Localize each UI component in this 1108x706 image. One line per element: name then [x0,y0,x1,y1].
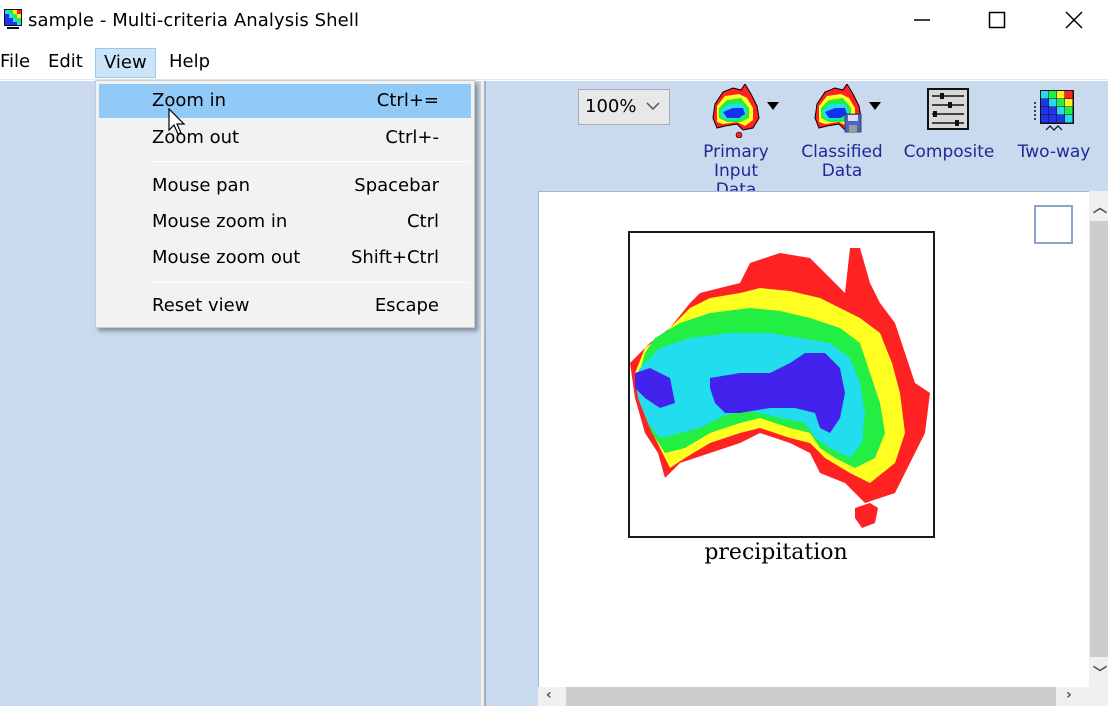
zoom-level-value: 100% [585,96,637,117]
mouse-cursor-icon [168,108,186,135]
map-zone-tasmania [855,503,878,528]
classified-data-button[interactable]: Classified Data [799,83,885,181]
scroll-up-icon[interactable]: ︿ [1093,197,1107,217]
grid-app-icon [4,9,22,29]
menu-item-zoom-in[interactable]: Zoom in Ctrl+= [99,84,471,118]
menu-item-shortcut: Spacebar [354,175,439,196]
menu-item-label: Reset view [152,295,250,316]
classified-data-label-2: Data [821,161,863,181]
close-icon [1065,11,1083,29]
menu-item-reset-view[interactable]: Reset view Escape [99,289,471,323]
close-button[interactable] [1050,0,1098,40]
precipitation-map[interactable] [628,231,935,538]
view-menu-dropdown: Zoom in Ctrl+= Zoom out Ctrl+- Mouse pan… [95,80,475,328]
primary-input-data-label-1: Primary [703,142,769,162]
two-way-button[interactable]: Two-way [1014,84,1094,162]
menu-item-label: Mouse pan [152,175,250,196]
australia-map-save-icon [814,83,881,133]
australia-precipitation-image [630,248,930,528]
vertical-scroll-thumb[interactable] [1090,221,1108,657]
menu-item-label: Zoom out [152,127,240,148]
two-way-label: Two-way [1017,142,1091,162]
composite-label: Composite [903,142,995,162]
menu-item-mouse-pan[interactable]: Mouse pan Spacebar [99,169,471,203]
scroll-left-icon[interactable]: ‹ [546,687,552,703]
horizontal-scrollbar[interactable]: ‹ › [538,687,1108,706]
australia-map-icon [712,83,779,139]
menu-separator [149,282,469,283]
menu-help[interactable]: Help [161,48,218,78]
menu-item-mouse-zoom-out[interactable]: Mouse zoom out Shift+Ctrl [99,241,471,275]
scroll-down-icon[interactable]: ﹀ [1093,663,1107,683]
maximize-button[interactable] [973,0,1021,40]
menu-edit[interactable]: Edit [40,48,91,78]
minimize-button[interactable] [898,0,946,40]
menu-separator [149,161,469,162]
title-bar: sample - Multi-criteria Analysis Shell [0,0,1108,44]
menu-item-shortcut: Ctrl [406,211,439,232]
menu-item-shortcut: Ctrl+- [385,127,439,148]
map-caption: precipitation [704,540,848,565]
window-title: sample - Multi-criteria Analysis Shell [28,10,360,31]
scroll-right-icon[interactable]: › [1066,687,1072,703]
menu-item-shortcut: Shift+Ctrl [350,247,439,268]
menu-item-shortcut: Escape [374,295,439,316]
chevron-down-icon [646,102,660,111]
composite-button[interactable]: Composite [903,84,995,162]
menu-item-label: Mouse zoom in [152,211,288,232]
horizontal-scroll-thumb[interactable] [566,687,1056,706]
menu-item-mouse-zoom-in[interactable]: Mouse zoom in Ctrl [99,205,471,239]
sliders-icon [927,88,969,130]
menu-view[interactable]: View [95,48,156,78]
maximize-icon [988,11,1006,29]
menu-bar: File Edit View Help [0,44,1108,80]
color-grid-icon [1034,90,1074,131]
menu-item-zoom-out[interactable]: Zoom out Ctrl+- [99,121,471,155]
zoom-level-select[interactable]: 100% [578,89,670,125]
menu-file[interactable]: File [0,48,38,78]
selection-box[interactable] [1034,205,1073,244]
vertical-scrollbar[interactable]: ︿ ﹀ [1089,191,1108,687]
menu-item-label: Mouse zoom out [152,247,301,268]
classified-data-label-1: Classified [801,142,883,162]
minimize-icon [914,19,930,21]
menu-item-shortcut: Ctrl+= [376,90,439,111]
primary-input-data-button[interactable]: Primary Input Data [693,83,779,200]
